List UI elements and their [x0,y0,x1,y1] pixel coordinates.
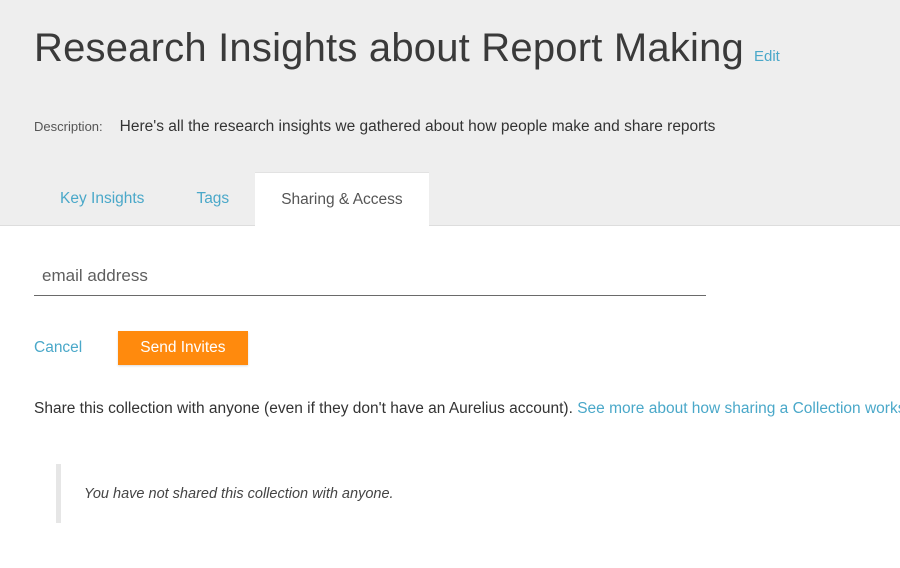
description-text: Here's all the research insights we gath… [119,118,716,135]
edit-title-link[interactable]: Edit [754,48,780,65]
tab-tags[interactable]: Tags [170,172,255,226]
email-field-wrapper [34,258,706,296]
page-title: Research Insights about Report Making [34,26,744,70]
send-invites-button[interactable]: Send Invites [118,331,248,365]
email-address-input[interactable] [34,258,706,294]
tab-bar: Key Insights Tags Sharing & Access [34,172,429,227]
sharing-status-text: You have not shared this collection with… [84,485,394,502]
tab-key-insights[interactable]: Key Insights [34,172,170,226]
invite-actions: Cancel Send Invites [34,331,248,365]
sharing-status-notice: You have not shared this collection with… [56,464,394,523]
share-info-text: Share this collection with anyone (even … [34,400,573,417]
tab-sharing-access[interactable]: Sharing & Access [255,172,429,227]
cancel-button[interactable]: Cancel [34,339,82,357]
sharing-help-link[interactable]: See more about how sharing a Collection … [577,400,900,417]
share-info: Share this collection with anyone (even … [34,400,900,418]
title-row: Research Insights about Report Making Ed… [34,26,780,71]
description-row: Description: Here's all the research ins… [34,118,715,136]
collection-header: Research Insights about Report Making Ed… [0,0,900,227]
description-label: Description: [34,119,103,134]
